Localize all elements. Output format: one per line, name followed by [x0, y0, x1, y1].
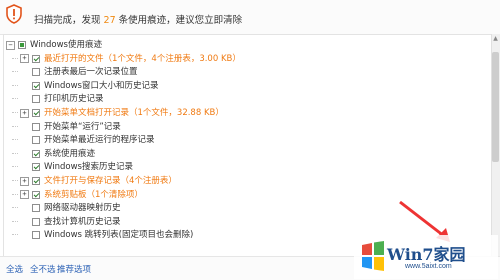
tree-connector — [12, 125, 18, 128]
tree-connector — [12, 139, 18, 141]
item-checkbox[interactable] — [32, 68, 40, 77]
tree-item-label: Windows使用痕迹 — [30, 40, 102, 50]
item-checkbox[interactable] — [32, 95, 40, 104]
tree-connector — [12, 166, 18, 168]
select-all-link[interactable]: 全选 — [6, 263, 23, 275]
tree-item-label: 注册表最后一次记录位置 — [44, 67, 138, 78]
tree-item-label: 文件打开与保存记录（4个注册表） — [44, 176, 177, 186]
select-none-link[interactable]: 全不选 — [30, 263, 56, 275]
collapse-icon[interactable]: − — [6, 40, 15, 50]
item-checkbox[interactable] — [32, 163, 40, 172]
tree-item-label: 查找计算机历史记录 — [44, 216, 121, 227]
item-checkbox[interactable] — [32, 81, 40, 90]
item-checkbox[interactable] — [32, 54, 40, 63]
tree-row[interactable]: + 最近打开的文件（1个文件，4个注册表，3.00 KB） — [12, 53, 241, 65]
item-checkbox[interactable] — [32, 149, 40, 158]
tree-connector — [12, 207, 18, 209]
scan-result-prefix: 扫描完成，发现 — [34, 15, 101, 26]
tree-item-label: Windows 跳转列表(固定项目也会删除) — [44, 230, 194, 241]
tree-item-label: Windows搜索历史记录 — [44, 162, 133, 173]
item-checkbox[interactable] — [32, 190, 40, 199]
tree-connector — [12, 98, 18, 100]
watermark-url: www.5aixt.com — [405, 263, 452, 270]
expand-icon[interactable]: + — [20, 176, 29, 186]
tree-row[interactable]: + 文件打开与保存记录（4个注册表） — [12, 175, 177, 187]
tree-item-label: Windows窗口大小和历史记录 — [44, 80, 159, 91]
tree-item-label: 开始菜单文档打开记录（1个文件，32.88 KB） — [44, 108, 224, 118]
item-checkbox[interactable] — [32, 217, 40, 226]
warning-shield-icon — [6, 4, 22, 24]
expand-icon[interactable]: + — [20, 190, 29, 200]
tree-row[interactable]: 系统使用痕迹 — [12, 148, 95, 160]
tree-row[interactable]: Windows搜索历史记录 — [12, 161, 133, 173]
item-checkbox[interactable] — [32, 136, 40, 145]
tree-row[interactable]: Windows 跳转列表(固定项目也会删除) — [12, 229, 193, 241]
tree-item-label: 打印机历史记录 — [44, 94, 104, 105]
tree-item-label: 开始菜单“运行”记录 — [44, 121, 121, 132]
tree-connector — [12, 180, 18, 182]
scroll-up-arrow-icon[interactable]: ▲ — [492, 35, 499, 42]
tree-row[interactable]: 打印机历史记录 — [12, 93, 104, 105]
item-checkbox[interactable] — [32, 109, 40, 117]
trace-count: 27 — [103, 15, 116, 26]
scrollbar-thumb[interactable] — [492, 52, 499, 162]
watermark-brand: Win7家园 — [387, 245, 466, 264]
scan-result-message: 扫描完成，发现 27 条使用痕迹，建议您立即清除 — [34, 12, 242, 26]
tree-connector — [12, 193, 18, 196]
tree-item-label: 网络驱动器映射历史 — [44, 203, 121, 214]
tree-item-label: 系统剪贴板（1个清除项） — [44, 189, 143, 200]
item-checkbox[interactable] — [18, 41, 26, 49]
tree-row[interactable]: 网络驱动器映射历史 — [12, 202, 121, 214]
tree-row[interactable]: 注册表最后一次记录位置 — [12, 66, 138, 78]
tree-row[interactable]: + 开始菜单文档打开记录（1个文件，32.88 KB） — [12, 107, 224, 119]
tree-connector — [12, 234, 18, 236]
tree-row[interactable]: − Windows使用痕迹 — [6, 39, 102, 51]
tree-row[interactable]: + 系统剪贴板（1个清除项） — [12, 189, 143, 201]
tree-row[interactable]: 开始菜单最近运行的程序记录 — [12, 134, 155, 146]
item-checkbox[interactable] — [32, 231, 40, 240]
tree-connector — [12, 152, 18, 155]
tree-item-label: 系统使用痕迹 — [44, 148, 96, 159]
item-checkbox[interactable] — [32, 177, 40, 185]
tree-connector — [12, 57, 18, 60]
tree-row[interactable]: 开始菜单“运行”记录 — [12, 121, 121, 133]
tree-connector — [12, 220, 18, 223]
tree-connector — [12, 112, 18, 114]
expand-icon[interactable]: + — [20, 54, 29, 64]
item-checkbox[interactable] — [32, 204, 40, 213]
tree-connector — [12, 71, 18, 73]
tree-item-label: 开始菜单最近运行的程序记录 — [44, 135, 155, 146]
item-checkbox[interactable] — [32, 122, 40, 131]
recommended-options-link[interactable]: 推荐选项 — [57, 263, 91, 275]
tree-row[interactable]: Windows窗口大小和历史记录 — [12, 80, 158, 92]
tree-connector — [12, 84, 18, 87]
expand-icon[interactable]: + — [20, 108, 29, 118]
tree-item-label: 最近打开的文件（1个文件，4个注册表，3.00 KB） — [44, 53, 241, 64]
tree-row[interactable]: 查找计算机历史记录 — [12, 216, 121, 228]
scan-result-suffix: 条使用痕迹，建议您立即清除 — [118, 15, 243, 26]
